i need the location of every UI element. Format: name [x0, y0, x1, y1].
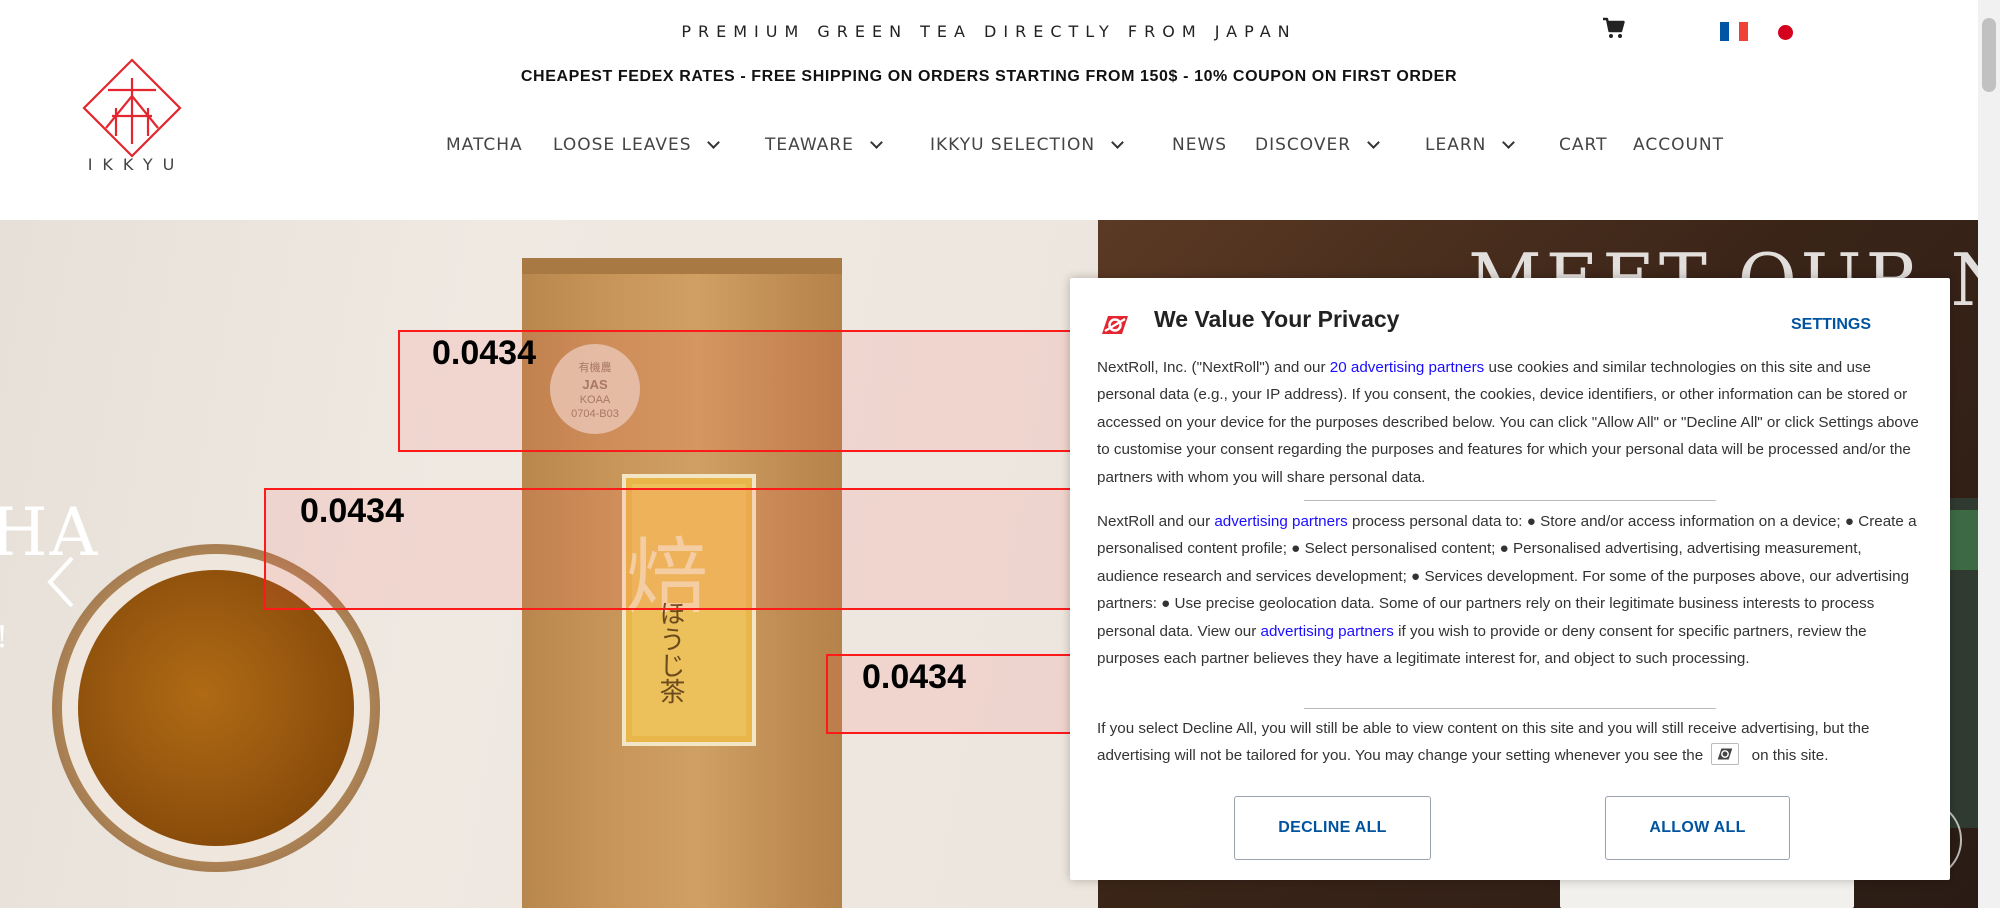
chevron-down-icon — [870, 135, 883, 149]
divider — [1304, 708, 1716, 709]
nav-loose-leaves[interactable]: LOOSE LEAVES — [553, 132, 721, 158]
nav-label: TEAWARE — [765, 135, 854, 155]
nextroll-settings-icon[interactable] — [1711, 743, 1740, 766]
chevron-down-icon — [707, 135, 721, 149]
chevron-down-icon — [1367, 135, 1380, 149]
nextroll-logo-icon — [1102, 316, 1128, 334]
tagline: PREMIUM GREEN TEA DIRECTLY FROM JAPAN — [681, 22, 1297, 41]
jp-flag-icon[interactable] — [1768, 20, 1802, 44]
decorative-panel-accent — [1946, 510, 1978, 570]
advertising-partners-link[interactable]: advertising partners — [1214, 513, 1347, 530]
scrollbar-thumb[interactable] — [1982, 18, 1996, 92]
privacy-intro-text: NextRoll, Inc. ("NextRoll") and our 20 a… — [1097, 354, 1927, 491]
nav-matcha[interactable]: MATCHA — [446, 132, 523, 158]
main-nav: MATCHA LOOSE LEAVES TEAWARE IKKYU SELECT… — [0, 132, 1978, 158]
chevron-down-icon — [1502, 135, 1516, 149]
text-segment: on this site. — [1747, 747, 1829, 765]
fr-flag-icon[interactable] — [1720, 22, 1748, 41]
nav-teaware[interactable]: TEAWARE — [765, 132, 883, 158]
nav-label: NEWS — [1172, 135, 1228, 155]
detection-label: 0.0434 — [432, 334, 536, 372]
privacy-decline-text: If you select Decline All, you will stil… — [1097, 715, 1927, 770]
nav-news[interactable]: NEWS — [1172, 132, 1227, 158]
privacy-title: We Value Your Privacy — [1154, 306, 1400, 332]
detection-label: 0.0434 — [862, 658, 966, 696]
decline-all-button[interactable]: DECLINE ALL — [1234, 796, 1431, 860]
cart-icon[interactable] — [1602, 16, 1626, 40]
nav-discover[interactable]: DISCOVER — [1255, 132, 1380, 158]
text-segment: use cookies and similar technologies on … — [1097, 359, 1919, 486]
nav-account[interactable]: ACCOUNT — [1633, 132, 1724, 158]
settings-button[interactable]: SETTINGS — [1770, 310, 1892, 340]
advertising-partners-link[interactable]: advertising partners — [1261, 623, 1394, 640]
nav-cart[interactable]: CART — [1559, 132, 1607, 158]
nav-label: ACCOUNT — [1633, 135, 1724, 155]
advertising-partners-link[interactable]: 20 advertising partners — [1330, 359, 1485, 376]
text-segment: process personal data to: ● Store and/or… — [1097, 513, 1917, 640]
nav-label: LOOSE LEAVES — [553, 135, 692, 155]
tea-bag-subtitle: ほうじ茶 — [655, 600, 685, 704]
nav-label: IKKYU SELECTION — [930, 135, 1096, 155]
nav-label: MATCHA — [446, 135, 523, 155]
detection-label: 0.0434 — [300, 492, 404, 530]
chevron-down-icon — [1111, 135, 1124, 149]
shipping-banner: CHEAPEST FEDEX RATES - FREE SHIPPING ON … — [520, 68, 1458, 85]
nav-label: LEARN — [1425, 135, 1487, 155]
privacy-consent-dialog: We Value Your Privacy SETTINGS NextRoll,… — [1070, 278, 1950, 880]
hero-side-text-small: ! — [0, 620, 8, 655]
privacy-purposes-text: NextRoll and our advertising partners pr… — [1097, 508, 1927, 672]
nav-ikkyu-selection[interactable]: IKKYU SELECTION — [930, 132, 1124, 158]
divider — [1304, 500, 1716, 501]
nav-label: CART — [1559, 135, 1608, 155]
site-header: PREMIUM GREEN TEA DIRECTLY FROM JAPAN CH… — [0, 0, 1978, 220]
tea-cup-liquid — [78, 570, 354, 846]
nav-label: DISCOVER — [1255, 135, 1352, 155]
nav-learn[interactable]: LEARN — [1425, 132, 1516, 158]
text-segment: NextRoll and our — [1097, 513, 1215, 530]
allow-all-button[interactable]: ALLOW ALL — [1605, 796, 1790, 860]
text-segment: NextRoll, Inc. ("NextRoll") and our — [1097, 359, 1330, 376]
chevron-left-icon[interactable] — [44, 552, 94, 612]
tea-bag-seam — [522, 258, 842, 274]
page-scrollbar[interactable] — [1978, 0, 2000, 908]
